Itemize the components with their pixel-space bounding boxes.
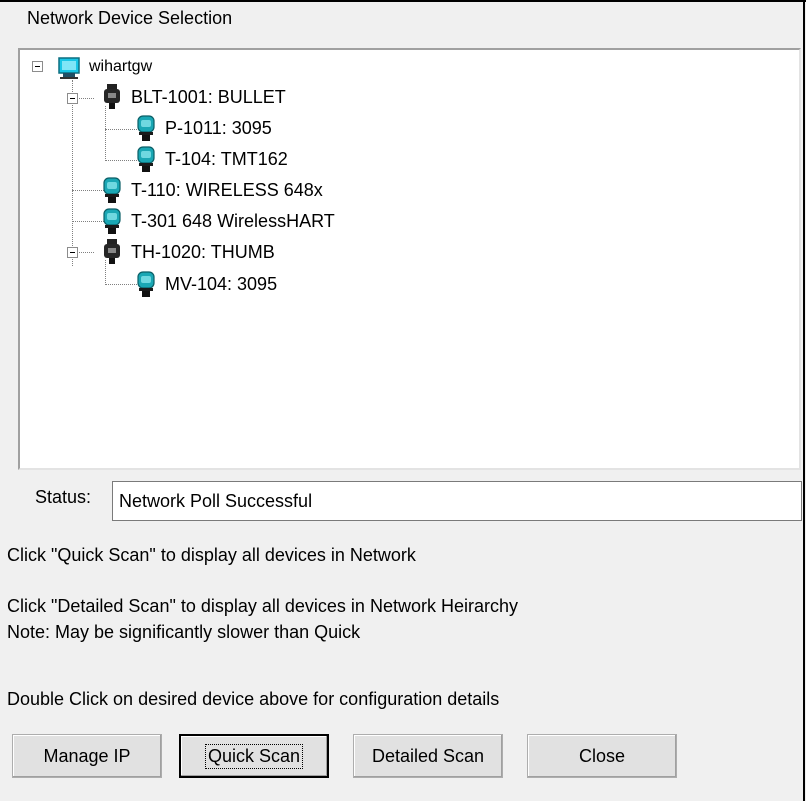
tree-node-label: P-1011: 3095 [165, 117, 272, 138]
gateway-icon [57, 53, 81, 81]
tree-line [105, 129, 137, 130]
tree-node-thumb[interactable]: TH-1020: THUMB [101, 236, 275, 268]
tree-line [105, 284, 137, 285]
quick-scan-button-label: Quick Scan [204, 743, 304, 769]
quick-scan-button[interactable]: Quick Scan [179, 734, 329, 778]
tree-node-label: wihartgw [89, 58, 153, 75]
tree-node-device[interactable]: MV-104: 3095 [135, 268, 277, 300]
transmitter-icon [135, 145, 157, 173]
tree-line [72, 190, 104, 191]
tree-line [105, 160, 137, 161]
quick-scan-note: Click "Quick Scan" to display all device… [7, 545, 416, 565]
thumb-adapter-icon [101, 83, 123, 111]
manage-ip-button[interactable]: Manage IP [12, 734, 162, 778]
collapse-thumb-expander[interactable] [67, 247, 78, 258]
collapse-root-expander[interactable] [32, 61, 43, 72]
close-button-label: Close [578, 745, 626, 766]
status-label: Status: [35, 487, 92, 507]
transmitter-icon [101, 176, 123, 204]
tree-node-label: T-110: WIRELESS 648x [131, 179, 323, 200]
group-title: Network Device Selection [27, 8, 233, 28]
transmitter-icon [101, 207, 123, 235]
transmitter-icon [135, 114, 157, 142]
device-tree[interactable]: wihartgw BLT-1001: BULLET P-1011: 3095 T… [18, 48, 801, 470]
transmitter-icon [135, 270, 157, 298]
tree-node-label: BLT-1001: BULLET [131, 86, 286, 107]
detailed-scan-button-label: Detailed Scan [371, 745, 485, 766]
window-top-border [0, 0, 806, 2]
detailed-scan-note: Click "Detailed Scan" to display all dev… [7, 596, 518, 616]
tree-node-label: TH-1020: THUMB [131, 241, 275, 262]
tree-node-label: MV-104: 3095 [165, 273, 278, 294]
tree-node-label: T-301 648 WirelessHART [131, 210, 335, 231]
tree-node-device[interactable]: T-301 648 WirelessHART [101, 205, 335, 237]
tree-line [105, 106, 106, 161]
tree-line [72, 221, 104, 222]
tree-node-label: T-104: TMT162 [165, 148, 288, 169]
collapse-bullet-expander[interactable] [67, 93, 78, 104]
tree-node-device[interactable]: T-104: TMT162 [135, 143, 288, 175]
slow-warning-note: Note: May be significantly slower than Q… [7, 622, 361, 642]
tree-line [72, 80, 73, 266]
thumb-adapter-icon [101, 238, 123, 266]
manage-ip-button-label: Manage IP [43, 745, 131, 766]
double-click-note: Double Click on desired device above for… [7, 689, 500, 709]
tree-node-bullet[interactable]: BLT-1001: BULLET [101, 81, 286, 113]
detailed-scan-button[interactable]: Detailed Scan [353, 734, 503, 778]
tree-node-device[interactable]: T-110: WIRELESS 648x [101, 174, 323, 206]
close-button[interactable]: Close [527, 734, 677, 778]
window-right-border [803, 0, 805, 801]
tree-node-device[interactable]: P-1011: 3095 [135, 112, 272, 144]
status-field[interactable]: Network Poll Successful [112, 481, 802, 521]
tree-node-root[interactable]: wihartgw [57, 51, 152, 83]
